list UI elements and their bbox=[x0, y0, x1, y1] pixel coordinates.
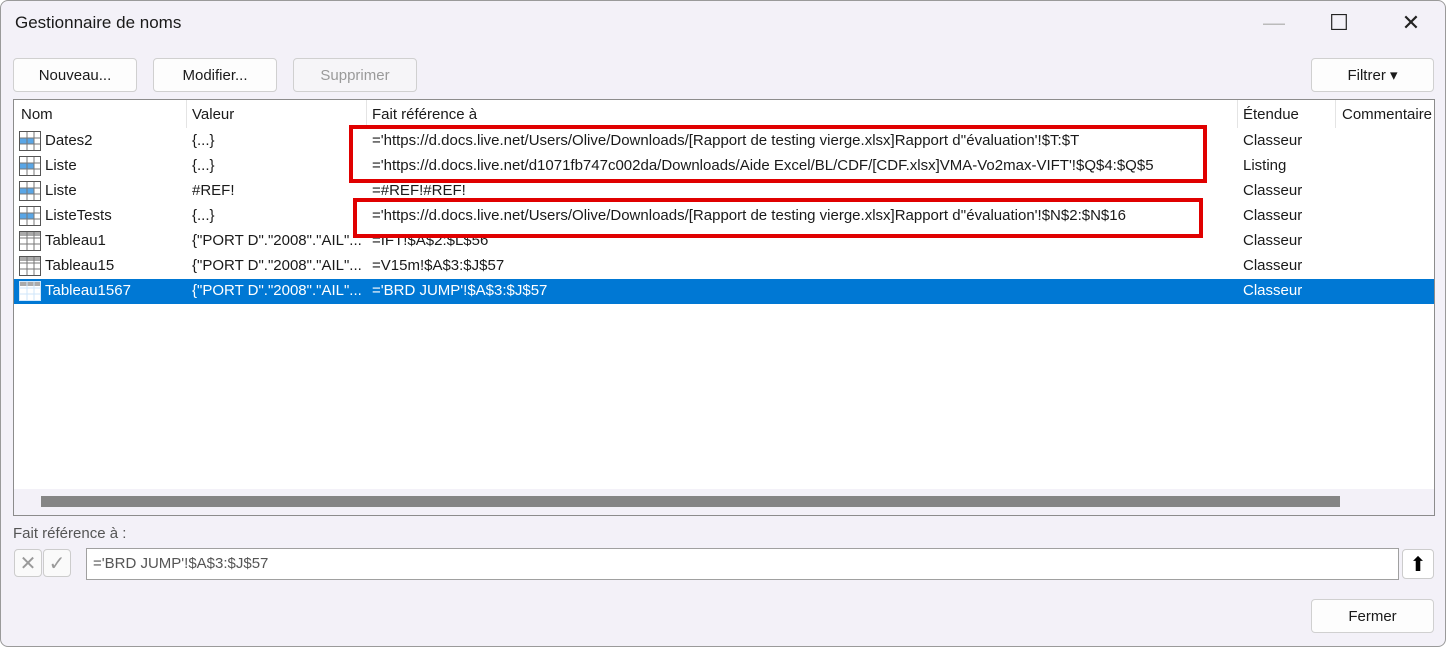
confirm-edit-icon[interactable]: ✓ bbox=[43, 549, 71, 577]
row-name: Liste bbox=[45, 182, 77, 199]
maximize-button[interactable]: ☐ bbox=[1319, 7, 1359, 39]
close-dialog-button[interactable]: Fermer bbox=[1311, 599, 1434, 633]
row-name: ListeTests bbox=[45, 207, 112, 224]
row-name: Tableau1 bbox=[45, 232, 106, 249]
highlight-box bbox=[353, 198, 1203, 238]
row-scope: Classeur bbox=[1243, 207, 1303, 224]
row-value: {"PORT D"."2008"."AIL"... bbox=[192, 257, 362, 274]
named-range-icon bbox=[19, 206, 41, 226]
row-value: {...} bbox=[192, 132, 215, 149]
collapse-dialog-icon[interactable]: ⬆ bbox=[1402, 549, 1434, 579]
row-scope: Classeur bbox=[1243, 282, 1303, 299]
edit-button[interactable]: Modifier... bbox=[153, 58, 277, 92]
table-icon bbox=[19, 231, 41, 251]
row-value: {...} bbox=[192, 207, 215, 224]
list-header: Nom Valeur Fait référence à Étendue Comm… bbox=[14, 100, 1434, 128]
row-value: {"PORT D"."2008"."AIL"... bbox=[192, 232, 362, 249]
row-name: Tableau15 bbox=[45, 257, 115, 274]
row-name: Liste bbox=[45, 157, 77, 174]
row-refers-to: ='BRD JUMP'!$A$3:$J$57 bbox=[372, 282, 548, 299]
highlight-box bbox=[349, 125, 1207, 183]
close-button[interactable]: ✕ bbox=[1391, 7, 1431, 39]
row-value: {"PORT D"."2008"."AIL"... bbox=[192, 282, 362, 299]
filter-button[interactable]: Filtrer ▾ bbox=[1311, 58, 1434, 92]
row-refers-to: =V15m!$A$3:$J$57 bbox=[372, 257, 505, 274]
col-name[interactable]: Nom bbox=[21, 106, 53, 123]
col-comment[interactable]: Commentaire bbox=[1342, 106, 1432, 123]
names-list[interactable]: Nom Valeur Fait référence à Étendue Comm… bbox=[13, 99, 1435, 516]
col-refers-to[interactable]: Fait référence à bbox=[372, 106, 477, 123]
scrollbar-thumb[interactable] bbox=[41, 496, 1340, 507]
col-scope[interactable]: Étendue bbox=[1243, 106, 1299, 123]
refers-to-label: Fait référence à : bbox=[13, 525, 127, 542]
row-scope: Classeur bbox=[1243, 232, 1303, 249]
cancel-edit-icon[interactable]: ✕ bbox=[14, 549, 42, 577]
row-scope: Classeur bbox=[1243, 132, 1303, 149]
row-scope: Listing bbox=[1243, 157, 1287, 174]
name-manager-dialog: Gestionnaire de noms — ☐ ✕ Nouveau... Mo… bbox=[0, 0, 1446, 647]
col-value[interactable]: Valeur bbox=[192, 106, 234, 123]
table-row[interactable]: Tableau1567 {"PORT D"."2008"."AIL"... ='… bbox=[14, 279, 1434, 304]
row-refers-to: =#REF!#REF! bbox=[372, 182, 466, 199]
minimize-button[interactable]: — bbox=[1254, 7, 1294, 39]
row-scope: Classeur bbox=[1243, 182, 1303, 199]
table-icon bbox=[19, 281, 41, 301]
named-range-icon bbox=[19, 131, 41, 151]
row-name: Tableau1567 bbox=[45, 282, 131, 299]
new-button[interactable]: Nouveau... bbox=[13, 58, 137, 92]
row-name: Dates2 bbox=[45, 132, 93, 149]
horizontal-scrollbar[interactable] bbox=[14, 489, 1434, 515]
row-value: {...} bbox=[192, 157, 215, 174]
named-range-icon bbox=[19, 181, 41, 201]
named-range-icon bbox=[19, 156, 41, 176]
row-scope: Classeur bbox=[1243, 257, 1303, 274]
refers-to-input[interactable]: ='BRD JUMP'!$A$3:$J$57 bbox=[86, 548, 1399, 580]
table-row[interactable]: Tableau15 {"PORT D"."2008"."AIL"... =V15… bbox=[14, 254, 1434, 279]
delete-button[interactable]: Supprimer bbox=[293, 58, 417, 92]
row-value: #REF! bbox=[192, 182, 235, 199]
dialog-title: Gestionnaire de noms bbox=[15, 13, 182, 32]
table-icon bbox=[19, 256, 41, 276]
